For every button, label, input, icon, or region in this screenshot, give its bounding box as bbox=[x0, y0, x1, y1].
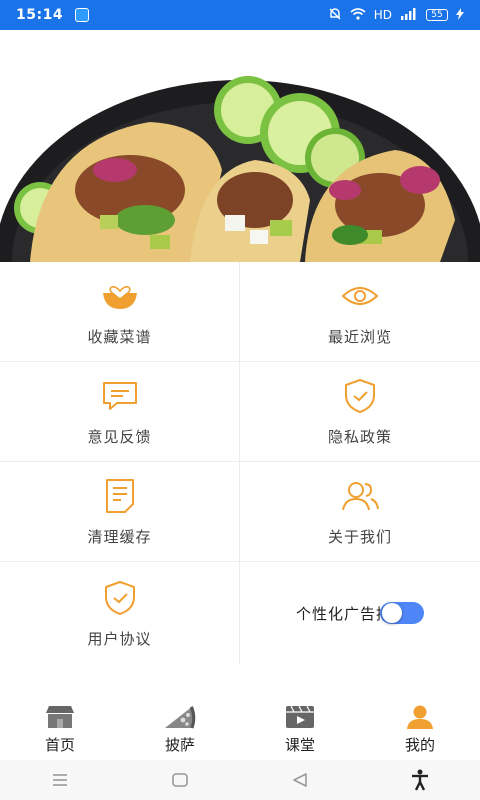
video-icon bbox=[283, 704, 317, 730]
tab-pizza[interactable]: 披萨 bbox=[120, 694, 240, 760]
menu-feedback[interactable]: 意见反馈 bbox=[0, 362, 240, 462]
menu-recent[interactable]: 最近浏览 bbox=[240, 262, 480, 362]
shield-check-icon bbox=[340, 376, 380, 416]
status-icons: HD 55 bbox=[328, 7, 464, 24]
signal-icon bbox=[400, 7, 418, 23]
toggle-knob bbox=[382, 603, 402, 623]
tab-mine[interactable]: 我的 bbox=[360, 694, 480, 760]
menu-grid: 收藏菜谱 最近浏览 意见反馈 隐私政策 清理缓存 关于我们 用户协议 个性化广告… bbox=[0, 262, 480, 664]
hero-image bbox=[0, 30, 480, 262]
app-notification-icon bbox=[75, 8, 90, 22]
network-type: HD bbox=[373, 8, 392, 22]
users-icon bbox=[340, 476, 380, 516]
bottom-nav: 首页 披萨 课堂 我的 bbox=[0, 694, 480, 760]
charging-icon bbox=[456, 7, 464, 23]
accessibility-icon[interactable] bbox=[400, 765, 440, 795]
menu-label: 用户协议 bbox=[87, 629, 152, 648]
wifi-icon bbox=[350, 7, 366, 23]
pizza-icon bbox=[163, 704, 197, 730]
status-time: 15:14 bbox=[16, 7, 64, 23]
menu-label: 关于我们 bbox=[327, 528, 392, 546]
shield-check-icon bbox=[100, 578, 140, 618]
system-nav-bar bbox=[0, 760, 480, 800]
menu-favorites[interactable]: 收藏菜谱 bbox=[0, 262, 240, 362]
ad-toggle-switch[interactable] bbox=[380, 602, 424, 624]
menu-about[interactable]: 关于我们 bbox=[240, 462, 480, 562]
user-icon bbox=[403, 704, 437, 730]
menu-label: 清理缓存 bbox=[87, 528, 152, 546]
menu-clear-cache[interactable]: 清理缓存 bbox=[0, 462, 240, 562]
status-bar: 15:14 HD 55 bbox=[0, 0, 480, 30]
feedback-icon bbox=[100, 376, 140, 416]
ad-toggle-row: 个性化广告推荐 bbox=[240, 562, 480, 664]
tab-home[interactable]: 首页 bbox=[0, 694, 120, 760]
menu-label: 最近浏览 bbox=[327, 328, 392, 346]
tab-label: 我的 bbox=[404, 736, 435, 754]
heart-bowl-icon bbox=[100, 276, 140, 316]
menu-privacy[interactable]: 隐私政策 bbox=[240, 362, 480, 462]
home-icon[interactable] bbox=[160, 765, 200, 795]
tab-label: 首页 bbox=[44, 736, 75, 754]
tab-label: 披萨 bbox=[164, 736, 195, 754]
store-icon bbox=[43, 704, 77, 730]
menu-label: 收藏菜谱 bbox=[87, 328, 152, 346]
menu-label: 隐私政策 bbox=[327, 428, 392, 446]
menu-agreement[interactable]: 用户协议 bbox=[0, 562, 240, 664]
back-icon[interactable] bbox=[280, 765, 320, 795]
battery-icon: 55 bbox=[426, 9, 448, 21]
menu-icon[interactable] bbox=[40, 765, 80, 795]
menu-label: 意见反馈 bbox=[87, 428, 152, 446]
document-icon bbox=[100, 476, 140, 516]
tab-class[interactable]: 课堂 bbox=[240, 694, 360, 760]
eye-icon bbox=[340, 276, 380, 316]
tab-label: 课堂 bbox=[284, 736, 315, 754]
mute-icon bbox=[328, 7, 342, 24]
